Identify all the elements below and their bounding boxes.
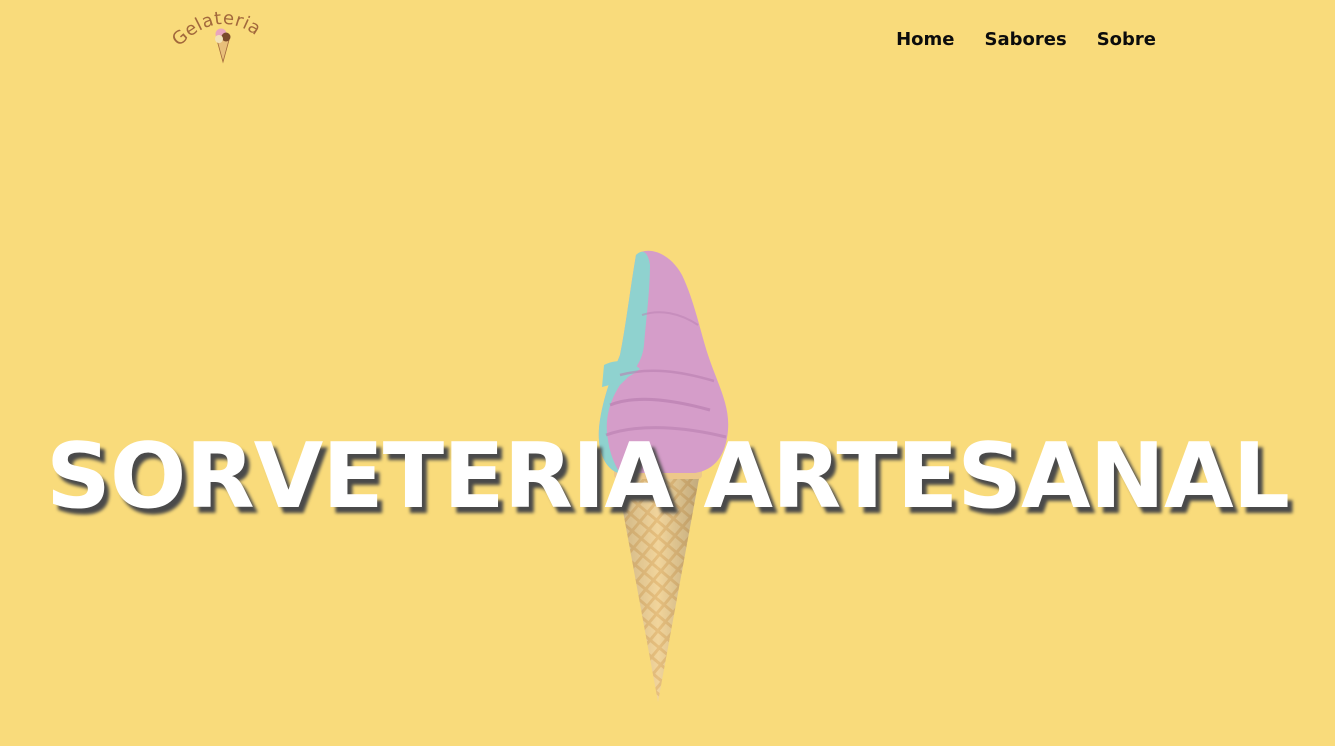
hero-title: SORVETERIA ARTESANAL [46,424,1290,529]
main-nav: Home Sabores Sobre [896,27,1156,53]
logo-link[interactable]: Gelateria [170,6,274,66]
logo-cone-icon [215,28,231,64]
logo-text: Gelateria [170,8,264,51]
nav-sobre-link[interactable]: Sobre [1097,27,1156,53]
nav-sabores-link[interactable]: Sabores [985,27,1067,53]
nav-home-link[interactable]: Home [896,27,954,53]
site-header: Gelateria Home Sabores Sobre [0,0,1335,80]
svg-text:Gelateria: Gelateria [170,8,265,51]
gelateria-logo: Gelateria [170,8,265,64]
